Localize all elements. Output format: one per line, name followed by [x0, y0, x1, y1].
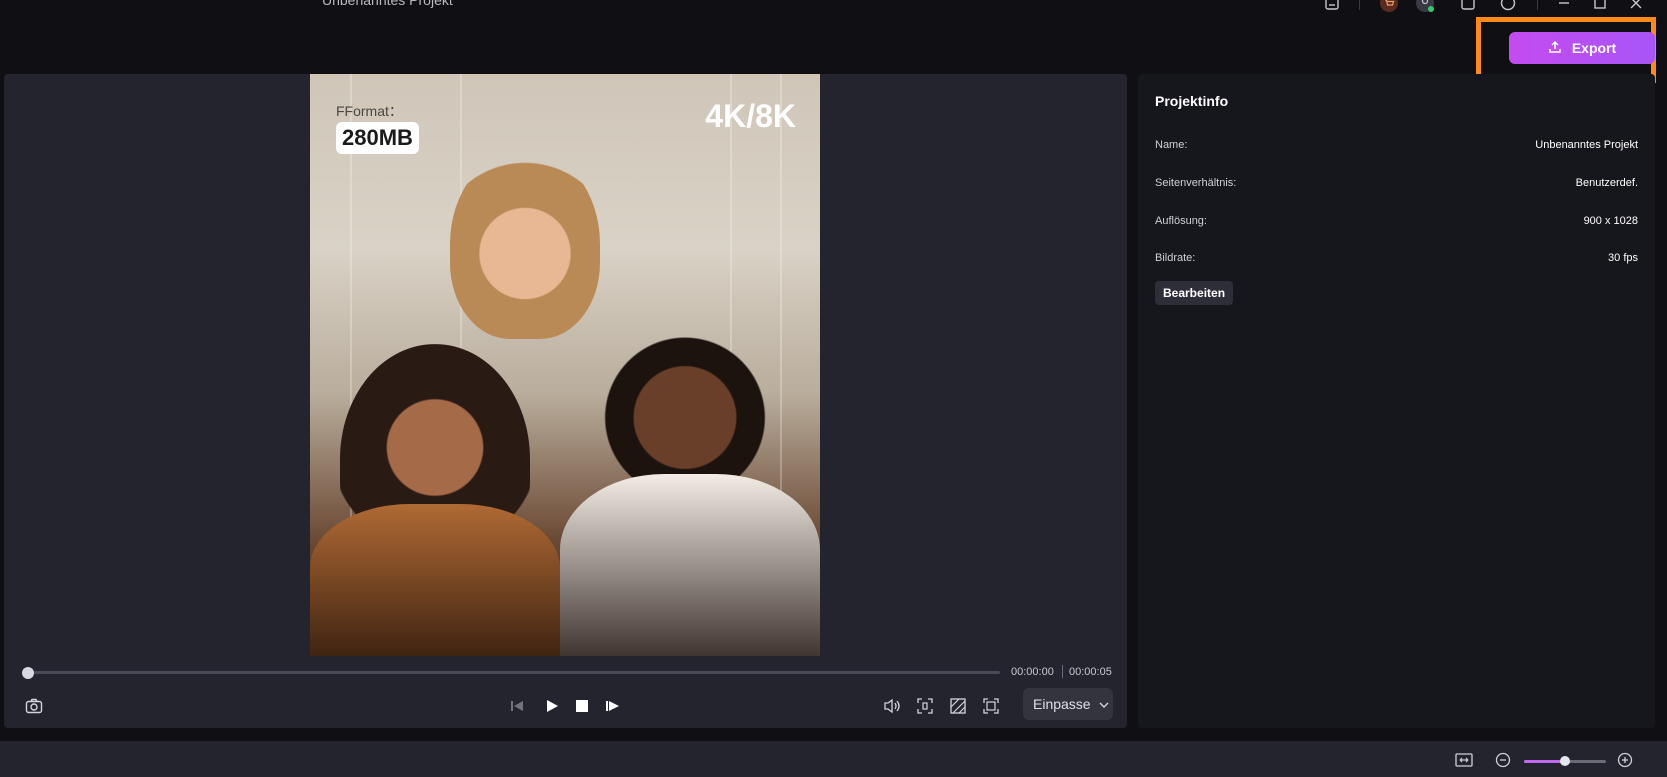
timeline-toolbar: [0, 741, 1667, 777]
playhead-handle[interactable]: [22, 667, 34, 679]
quality-icon[interactable]: [946, 694, 970, 718]
time-divider: [1062, 665, 1063, 678]
previous-frame-icon[interactable]: [505, 694, 529, 718]
info-value: 900 x 1028: [1583, 215, 1638, 227]
woman-shirt: [310, 504, 560, 656]
info-row-aspect-ratio: Seitenverhältnis: Benutzerdef.: [1155, 177, 1638, 189]
project-info-title: Projektinfo: [1155, 93, 1229, 109]
info-row-frame-rate: Bildrate: 30 fps: [1155, 252, 1638, 264]
man-shirt: [560, 474, 820, 656]
title-bar: Unbenanntes Projekt: [0, 0, 1667, 22]
stop-icon[interactable]: [570, 694, 594, 718]
preview-panel: FFormat： 280MB 4K/8K 00:00:00 00:00:05 E…: [4, 74, 1127, 728]
overlay-resolution-text: 4K/8K: [705, 98, 796, 134]
info-label: Bildrate:: [1155, 252, 1196, 264]
edit-button[interactable]: Bearbeiten: [1155, 281, 1234, 305]
upload-icon: [1548, 40, 1562, 57]
overlay-size-badge: 280MB: [336, 122, 419, 154]
crop-icon[interactable]: [913, 694, 937, 718]
maximize-icon[interactable]: [1591, 0, 1609, 12]
info-row-name: Name: Unbenanntes Projekt: [1155, 139, 1638, 151]
save-icon[interactable]: [1323, 0, 1341, 12]
info-label: Auflösung:: [1155, 215, 1207, 227]
snapshot-icon[interactable]: [22, 694, 46, 718]
next-frame-icon[interactable]: [601, 694, 625, 718]
fit-dropdown-value: Einpasse: [1033, 696, 1091, 712]
info-label: Name:: [1155, 139, 1188, 151]
fit-dropdown[interactable]: Einpasse: [1023, 688, 1113, 720]
account-icon[interactable]: [1416, 0, 1434, 12]
export-button[interactable]: Export: [1509, 32, 1655, 64]
info-value: 30 fps: [1608, 252, 1638, 264]
help-icon[interactable]: [1499, 0, 1517, 12]
cart-icon[interactable]: [1380, 0, 1398, 12]
download-icon[interactable]: [1459, 0, 1477, 12]
toolbar-divider: [1537, 0, 1538, 10]
total-time: 00:00:05: [1069, 666, 1112, 678]
zoom-slider-fill: [1524, 760, 1565, 763]
zoom-slider-handle[interactable]: [1560, 756, 1570, 766]
toolbar-divider: [1359, 0, 1360, 10]
project-info-panel: Projektinfo Name: Unbenanntes Projekt Se…: [1138, 74, 1655, 728]
zoom-out-icon[interactable]: [1494, 751, 1512, 769]
info-value: Benutzerdef.: [1575, 177, 1638, 189]
close-icon[interactable]: [1627, 0, 1645, 12]
volume-icon[interactable]: [880, 694, 904, 718]
minimize-icon[interactable]: [1555, 0, 1573, 12]
fit-timeline-icon[interactable]: [1455, 751, 1473, 769]
fullscreen-icon[interactable]: [979, 694, 1003, 718]
play-icon[interactable]: [540, 694, 564, 718]
zoom-slider[interactable]: [1524, 756, 1606, 766]
overlay-format-text: FFormat：: [336, 103, 403, 119]
info-row-resolution: Auflösung: 900 x 1028: [1155, 215, 1638, 227]
chevron-down-icon: [1099, 696, 1109, 712]
current-time: 00:00:00: [1011, 666, 1054, 678]
info-label: Seitenverhältnis:: [1155, 177, 1237, 189]
zoom-in-icon[interactable]: [1616, 751, 1634, 769]
export-label: Export: [1571, 40, 1617, 56]
info-value: Unbenanntes Projekt: [1535, 139, 1638, 151]
child-figure: [450, 149, 600, 339]
video-frame: FFormat： 280MB 4K/8K: [310, 74, 820, 656]
window-title: Unbenanntes Projekt: [322, 0, 453, 8]
seek-bar[interactable]: [22, 667, 1000, 679]
